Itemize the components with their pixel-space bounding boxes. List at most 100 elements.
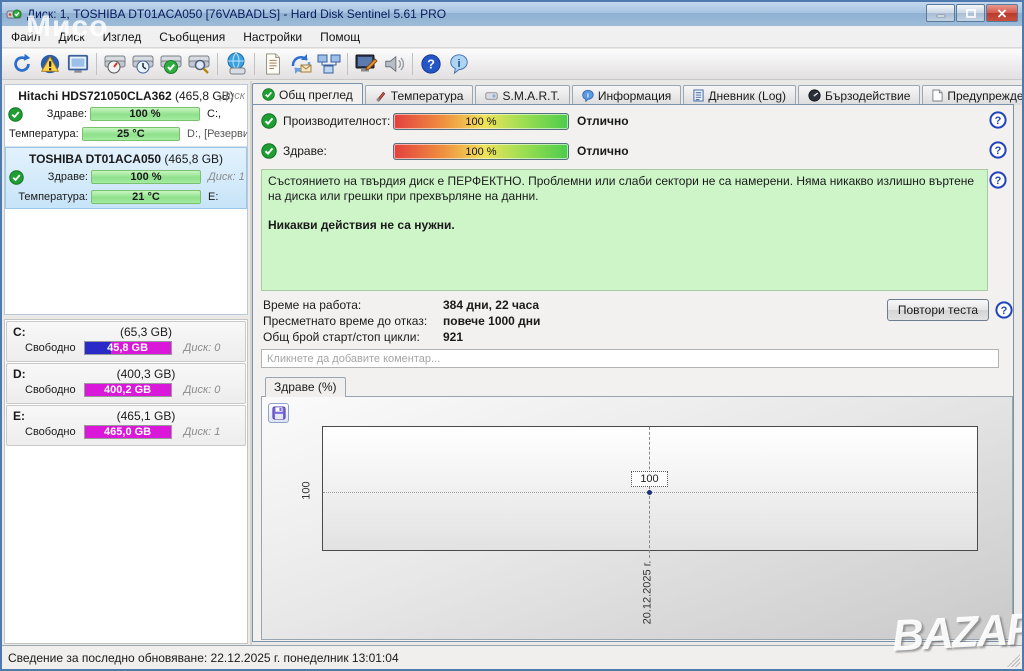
preview-icon[interactable] (64, 51, 92, 77)
main-panel: Общ преглед Температура S.M.A.R.T. i Инфо… (252, 81, 1016, 647)
stat-value: 384 дни, 22 часа (443, 298, 539, 312)
svg-text:i: i (457, 58, 460, 70)
tab-label: Бързодействие (825, 89, 910, 103)
disk-health-icon[interactable] (157, 51, 185, 77)
tab-label: Предупреждения (947, 89, 1024, 103)
disk-corner-label: Диск (220, 90, 245, 102)
minimize-button[interactable] (926, 4, 955, 22)
help-icon[interactable]: ? (417, 51, 445, 77)
partition-disk: Диск: 0 (184, 342, 221, 354)
disk-entry-toshiba[interactable]: TOSHIBA DT01ACA050 (465,8 GB) Здраве: 10… (5, 147, 247, 209)
smart-disk-icon (485, 91, 498, 101)
retest-button[interactable]: Повтори теста (887, 299, 989, 321)
report-icon[interactable] (259, 51, 287, 77)
help-icon[interactable]: ? (989, 171, 1007, 189)
free-label: Свободно (25, 384, 76, 396)
menu-settings[interactable]: Настройки (234, 27, 311, 47)
y-axis-tick-100: 100 (301, 476, 314, 506)
disk-analyze-icon[interactable] (185, 51, 213, 77)
error-report-icon[interactable] (36, 51, 64, 77)
status-message-box: Състоянието на твърдия диск е ПЕРФЕКТНО.… (261, 169, 988, 291)
comment-input[interactable] (261, 349, 999, 368)
disk-entry-hitachi[interactable]: Hitachi HDS721050CLA362 (465,8 GB) Диск … (5, 85, 247, 147)
partition-e[interactable]: E:(465,1 GB) Свободно465,0 GBДиск: 1 (6, 405, 246, 446)
resize-grip[interactable] (1007, 654, 1020, 667)
partition-d[interactable]: D:(400,3 GB) Свободно400,2 GBДиск: 0 (6, 363, 246, 404)
tab-log[interactable]: Дневник (Log) (683, 85, 796, 105)
about-icon[interactable]: i (445, 51, 473, 77)
health-chart-panel: 100 100 20.12.2025 г. (261, 396, 1013, 640)
partition-list: C:(65,3 GB) Свободно45,8 GBДиск: 0 D:(40… (4, 319, 248, 644)
disk-title: Hitachi HDS721050CLA362 (465,8 GB) Диск (5, 85, 247, 103)
temperature-label: Температура: (10, 191, 88, 203)
free-label: Свободно (25, 342, 76, 354)
disk-list: Hitachi HDS721050CLA362 (465,8 GB) Диск … (4, 84, 248, 315)
stat-value: 921 (443, 330, 463, 344)
partition-size: (465,1 GB) (53, 409, 239, 423)
sync-mail-icon[interactable] (287, 51, 315, 77)
info-icon: i (582, 89, 594, 102)
overview-content: Производителност: 100 % Отлично ? Здраве… (252, 104, 1014, 642)
temperature-extra: D:, [Резервир (187, 128, 247, 140)
svg-text:?: ? (995, 175, 1002, 187)
help-icon[interactable]: ? (989, 141, 1007, 159)
thermometer-icon (375, 90, 387, 102)
temperature-value-bar: 21 °C (91, 190, 201, 204)
tab-label: Температура (391, 89, 464, 103)
health-status: Отлично (577, 144, 629, 158)
check-icon (262, 88, 275, 101)
tab-bar: Общ преглед Температура S.M.A.R.T. i Инфо… (252, 83, 1024, 105)
tab-smart[interactable]: S.M.A.R.T. (475, 85, 569, 105)
partition-size: (400,3 GB) (53, 367, 239, 381)
stat-start-stop-cycles: Общ брой старт/стоп цикли:921 (263, 330, 463, 344)
page-icon (932, 89, 943, 102)
help-icon[interactable]: ? (989, 111, 1007, 129)
chart-tab-health[interactable]: Здраве (%) (265, 377, 346, 397)
partition-c[interactable]: C:(65,3 GB) Свободно45,8 GBДиск: 0 (6, 321, 246, 362)
menu-help[interactable]: Помощ (311, 27, 369, 47)
tab-warnings[interactable]: Предупреждения (922, 85, 1024, 105)
health-value-bar: 100 % (90, 107, 200, 121)
menu-messages[interactable]: Съобщения (150, 27, 234, 47)
sound-icon[interactable] (380, 51, 408, 77)
data-point (647, 490, 652, 495)
refresh-icon[interactable] (8, 51, 36, 77)
tab-information[interactable]: i Информация (572, 85, 681, 105)
close-button[interactable] (986, 4, 1018, 22)
app-window: Диск: 1, TOSHIBA DT01ACA050 [76VABADLS] … (0, 0, 1024, 671)
stat-label: Общ брой старт/стоп цикли: (263, 330, 443, 344)
disk-temperature-icon[interactable] (129, 51, 157, 77)
last-update-status: Сведение за последно обновяване: 22.12.2… (8, 651, 399, 665)
performance-bar: 100 % (393, 113, 569, 130)
status-bar: Сведение за последно обновяване: 22.12.2… (2, 645, 1022, 669)
svg-text:?: ? (995, 115, 1002, 127)
gauge-icon (808, 89, 821, 102)
tab-overview[interactable]: Общ преглед (252, 83, 363, 105)
tab-label: Общ преглед (279, 88, 353, 102)
log-icon (693, 89, 704, 102)
check-icon (261, 113, 277, 129)
toolbar: ? i (2, 49, 1022, 80)
maximize-button[interactable] (956, 4, 985, 22)
desktop-settings-icon[interactable] (352, 51, 380, 77)
tab-label: Информация (598, 89, 671, 103)
disk-title: TOSHIBA DT01ACA050 (465,8 GB) (6, 148, 246, 166)
disk-size: (465,8 GB) (164, 152, 223, 166)
data-point-label: 100 (631, 471, 668, 487)
status-action-message: Никакви действия не са нужни. (268, 218, 981, 233)
save-chart-button[interactable] (268, 403, 289, 423)
watermark-bazar-logo: BAZAR (891, 604, 1024, 661)
svg-text:?: ? (995, 145, 1002, 157)
network-icon[interactable] (315, 51, 343, 77)
tab-performance[interactable]: Бързодействие (798, 85, 920, 105)
network-disks-icon[interactable] (222, 51, 250, 77)
menu-bar: Файл Диск Изглед Съобщения Настройки Пом… (2, 26, 1022, 48)
stat-label: Време на работа: (263, 298, 443, 312)
free-label: Свободно (25, 426, 76, 438)
stat-label: Пресметнато време до отказ: (263, 314, 443, 328)
performance-label: Производителност: (283, 114, 391, 128)
disk-performance-icon[interactable] (101, 51, 129, 77)
performance-row: Производителност: 100 % Отлично (261, 112, 629, 130)
tab-temperature[interactable]: Температура (365, 85, 474, 105)
help-icon[interactable]: ? (995, 301, 1013, 319)
